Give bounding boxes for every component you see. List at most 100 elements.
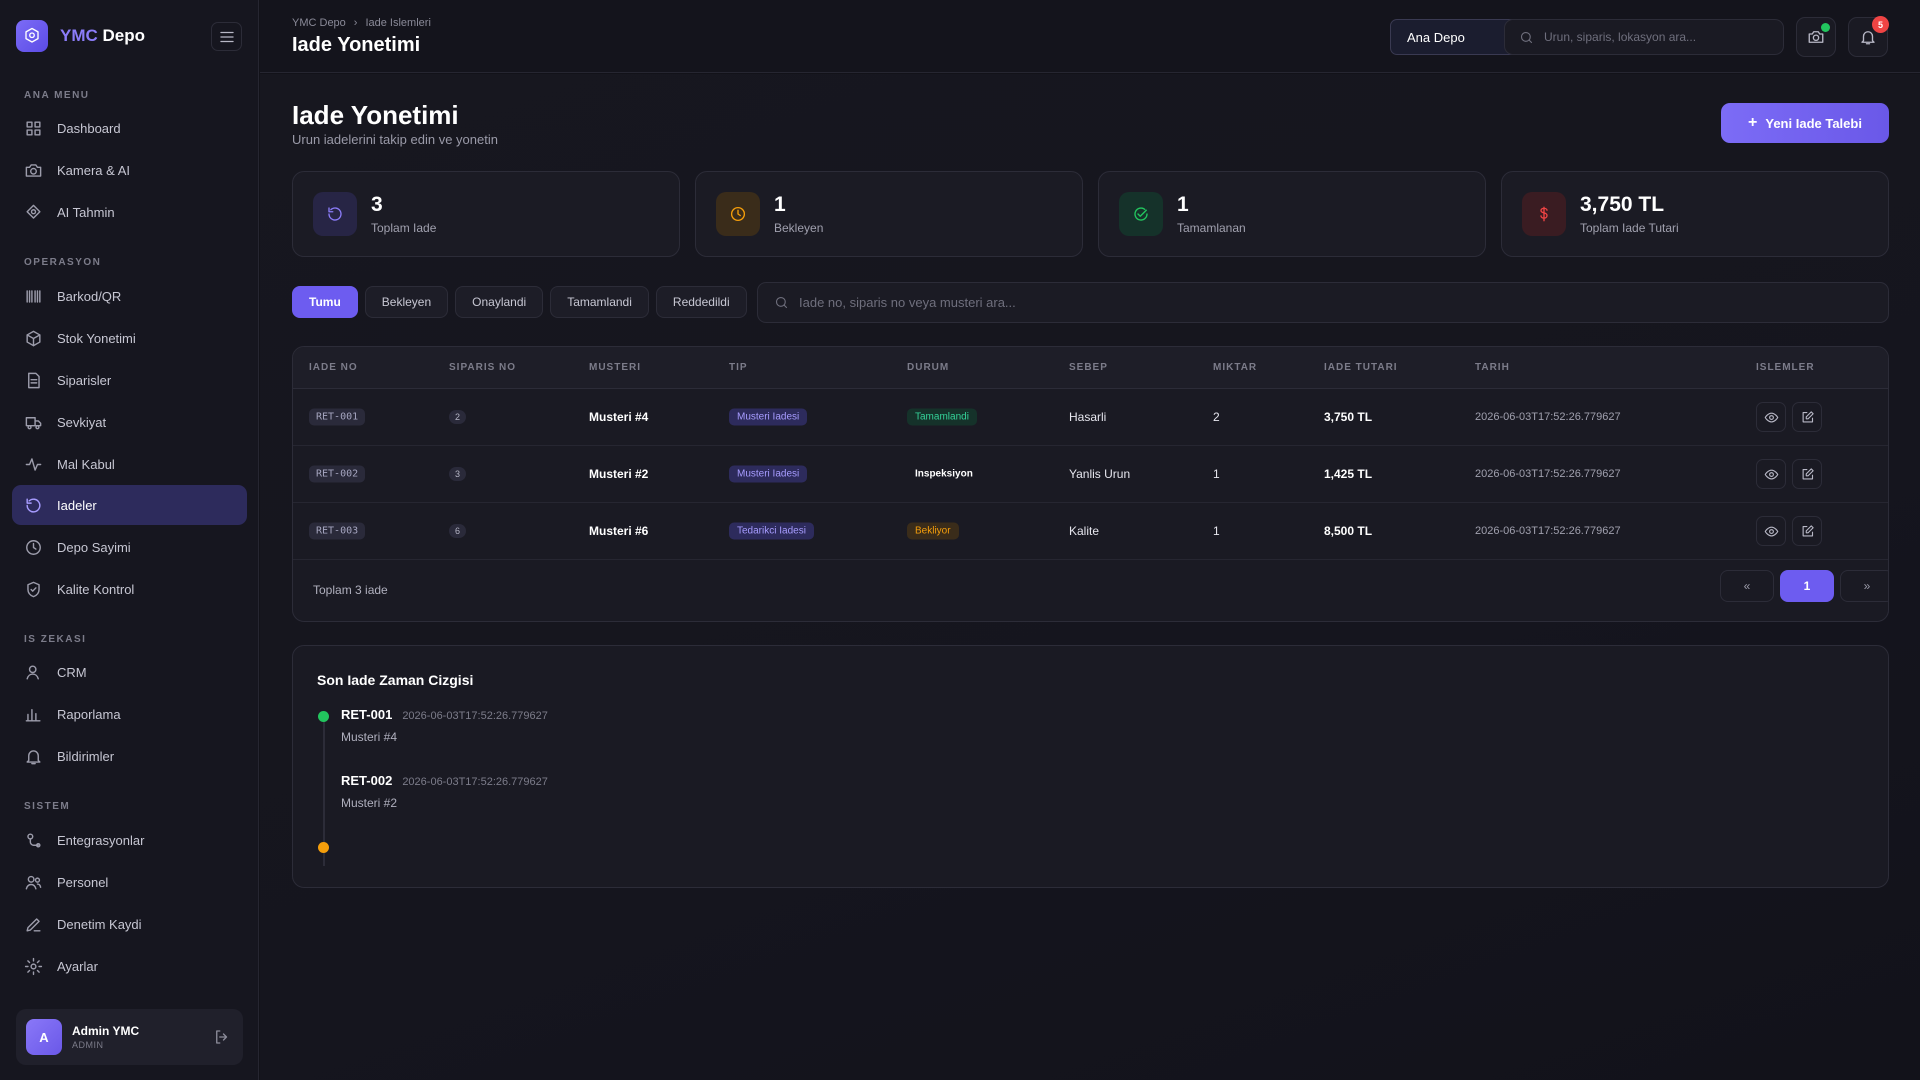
sidebar-item-label: CRM — [57, 664, 87, 680]
sidebar-item-kalite-kontrol[interactable]: Kalite Kontrol — [12, 569, 247, 609]
sidebar-item-stok-yonetimi[interactable]: Stok Yonetimi — [12, 318, 247, 358]
user-role: ADMIN — [72, 1040, 104, 1050]
sidebar-item-label: Raporlama — [57, 706, 121, 722]
customer: Musteri #6 — [589, 524, 649, 538]
sidebar-item-label: Barkod/QR — [57, 288, 122, 304]
view-button[interactable] — [1756, 402, 1786, 432]
sidebar-item-mal-kabul[interactable]: Mal Kabul — [12, 444, 247, 484]
pagination-next[interactable]: » — [1840, 570, 1888, 602]
sidebar-item-label: Mal Kabul — [57, 456, 115, 472]
pen-icon — [26, 917, 41, 932]
check-circle-icon — [1119, 192, 1163, 236]
timeline-item[interactable]: RET-001 2026-06-03T17:52:26.779627 Muster… — [341, 706, 548, 744]
sidebar-item-depo-sayimi[interactable]: Depo Sayimi — [12, 527, 247, 567]
users-icon — [25, 875, 42, 890]
amount: 3,750 TL — [1324, 410, 1373, 424]
tab-tamamlandi[interactable]: Tamamlandi — [550, 286, 649, 318]
tab-bekleyen[interactable]: Bekleyen — [364, 286, 449, 318]
sidebar-item-personel[interactable]: Personel — [12, 862, 247, 902]
sidebar-item-denetim-kaydi[interactable]: Denetim Kaydi — [12, 904, 247, 944]
sidebar-item-crm[interactable]: CRM — [12, 652, 247, 692]
timeline-return-id: RET-001 — [341, 707, 393, 722]
sidebar-item-ai-tahmin[interactable]: AI Tahmin — [12, 192, 247, 232]
sidebar-item-bildirimler[interactable]: Bildirimler — [12, 736, 247, 776]
timeline-card: Son Iade Zaman Cizgisi RET-001 2026-06-03… — [292, 645, 1889, 888]
reason: Hasarli — [1069, 410, 1107, 424]
page-subtitle: Urun iadelerini takip edin ve yonetin — [292, 132, 498, 147]
tab-tumu[interactable]: Tumu — [292, 286, 358, 318]
section-title-sistem: SISTEM — [24, 801, 71, 812]
amount: 8,500 TL — [1324, 524, 1373, 538]
sidebar-item-label: Kalite Kontrol — [57, 581, 135, 597]
date: 2026-06-03T17:52:26.779627 — [1475, 468, 1621, 480]
logout-button[interactable] — [213, 1028, 231, 1046]
view-button[interactable] — [1756, 516, 1786, 546]
sidebar-item-siparisler[interactable]: Siparisler — [12, 360, 247, 400]
user-card[interactable]: A Admin YMC ADMIN — [16, 1009, 243, 1065]
stat-card-amount: 3,750 TL Toplam Iade Tutari — [1501, 171, 1889, 257]
breadcrumb-item: Iade Islemleri — [365, 17, 431, 29]
notifications-button[interactable]: 5 — [1848, 16, 1889, 57]
sidebar-item-sevkiyat[interactable]: Sevkiyat — [12, 402, 247, 442]
notification-badge: 5 — [1872, 16, 1889, 33]
user-icon — [26, 664, 39, 680]
menu-toggle-button[interactable] — [211, 22, 242, 51]
sidebar: YMC Depo ANA MENU Dashboard Kamera & AI … — [0, 0, 259, 1080]
column-header: ISLEMLER — [1756, 362, 1815, 373]
integration-icon — [27, 832, 41, 848]
tab-reddedildi[interactable]: Reddedildi — [655, 286, 747, 318]
tab-onaylandi[interactable]: Onaylandi — [455, 286, 544, 318]
timeline-item[interactable]: RET-002 2026-06-03T17:52:26.779627 Muster… — [341, 772, 548, 810]
table-row[interactable]: RET-001 2 Musteri #4 Musteri Iadesi Tama… — [293, 389, 1888, 446]
order-no: 2 — [449, 410, 467, 424]
sidebar-item-label: Denetim Kaydi — [57, 916, 142, 932]
grid-icon — [26, 120, 41, 136]
edit-icon — [1802, 524, 1814, 536]
sidebar-item-label: Bildirimler — [57, 748, 115, 764]
brand[interactable]: YMC Depo — [16, 20, 145, 52]
pagination-prev[interactable]: « — [1720, 570, 1774, 602]
table-row[interactable]: RET-003 6 Musteri #6 Tedarikci Iadesi Be… — [293, 503, 1888, 560]
global-search-input[interactable]: Urun, siparis, lokasyon ara... — [1504, 19, 1784, 55]
status-badge: Bekliyor — [907, 522, 959, 540]
sidebar-item-entegrasyonlar[interactable]: Entegrasyonlar — [12, 820, 247, 860]
sidebar-item-iadeler[interactable]: Iadeler — [12, 485, 247, 525]
timeline-dot — [318, 842, 329, 853]
sidebar-item-label: Stok Yonetimi — [57, 330, 136, 346]
column-header: MIKTAR — [1213, 362, 1258, 373]
edit-icon — [1802, 410, 1814, 422]
timeline-return-id: RET-002 — [341, 773, 393, 788]
return-search-placeholder: Iade no, siparis no veya musteri ara... — [799, 295, 1016, 310]
logout-icon — [216, 1030, 228, 1044]
sidebar-item-dashboard[interactable]: Dashboard — [12, 108, 247, 148]
quantity: 1 — [1213, 524, 1220, 538]
status-badge: Tamamlandi — [907, 408, 977, 426]
quantity: 1 — [1213, 467, 1220, 481]
table-row[interactable]: RET-002 3 Musteri #2 Musteri Iadesi Insp… — [293, 446, 1888, 503]
sidebar-item-raporlama[interactable]: Raporlama — [12, 694, 247, 734]
column-header: IADE NO — [309, 362, 358, 373]
sidebar-item-label: Personel — [57, 874, 109, 890]
camera-icon — [25, 163, 42, 177]
sidebar-item-label: Dashboard — [57, 120, 121, 136]
sidebar-item-ayarlar[interactable]: Ayarlar — [12, 946, 247, 986]
breadcrumb-item[interactable]: YMC Depo — [292, 17, 346, 29]
edit-button[interactable] — [1792, 516, 1822, 546]
new-return-button[interactable]: + Yeni Iade Talebi — [1721, 103, 1889, 143]
return-search-input[interactable]: Iade no, siparis no veya musteri ara... — [757, 282, 1889, 323]
edit-button[interactable] — [1792, 402, 1822, 432]
sidebar-item-kamera-ai[interactable]: Kamera & AI — [12, 150, 247, 190]
user-info: Admin YMC ADMIN — [72, 1024, 139, 1050]
stat-value: 1 — [1177, 193, 1189, 216]
stat-value: 3 — [371, 193, 383, 216]
date: 2026-06-03T17:52:26.779627 — [1475, 411, 1621, 423]
sidebar-item-barkod-qr[interactable]: Barkod/QR — [12, 276, 247, 316]
clock-icon — [716, 192, 760, 236]
edit-button[interactable] — [1792, 459, 1822, 489]
filter-tabs: Tumu Bekleyen Onaylandi Tamamlandi Redde… — [292, 286, 747, 318]
camera-button[interactable] — [1796, 17, 1836, 57]
pagination-page[interactable]: 1 — [1780, 570, 1834, 602]
view-button[interactable] — [1756, 459, 1786, 489]
main-content: Iade Yonetimi Urun iadelerini takip edin… — [260, 74, 1920, 1080]
sidebar-item-label: AI Tahmin — [57, 204, 115, 220]
